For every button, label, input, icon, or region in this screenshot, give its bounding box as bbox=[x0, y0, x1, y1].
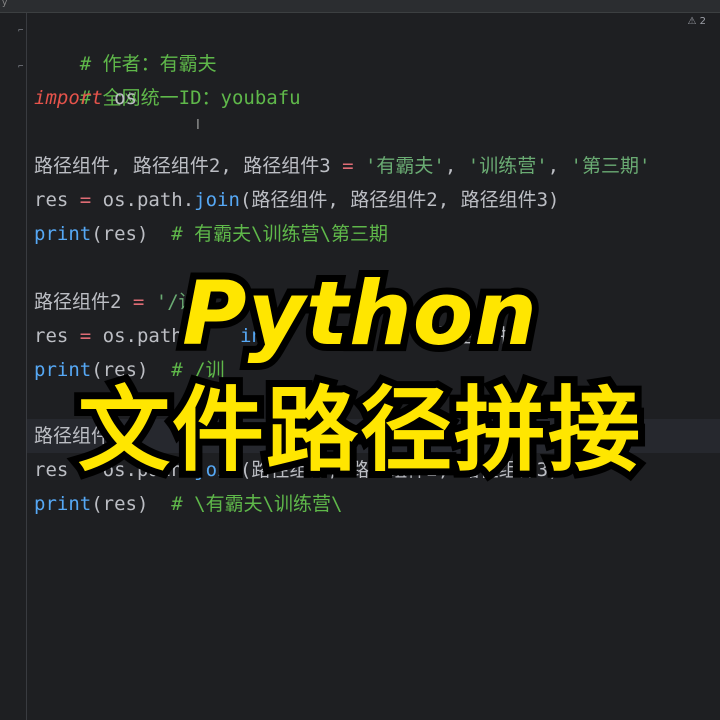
assign-operator: = bbox=[68, 189, 103, 211]
variable-res: res bbox=[34, 189, 69, 211]
code-line-5[interactable]: 路径组件, 路径组件2, 路径组件3 = '有霸夫', '训练营', '第三期' bbox=[34, 149, 650, 183]
string-literal: '第三期' bbox=[570, 155, 651, 177]
code-line-15[interactable]: print(res) # \有霸夫\训练营\ bbox=[34, 487, 342, 521]
code-line-7[interactable]: print(res) # 有霸夫\训练营\第三期 bbox=[34, 217, 388, 251]
title-bar: y bbox=[0, 0, 720, 13]
code-line-6[interactable]: res = os.path.join(路径组件, 路径组件2, 路径组件3) bbox=[34, 183, 559, 217]
code-line-1[interactable]: # 作者：有霸夫 bbox=[34, 13, 217, 75]
output-comment: # \有霸夫\训练营\ bbox=[148, 493, 343, 515]
call-args: (res) bbox=[91, 223, 149, 245]
string-literal: '训练营' bbox=[467, 155, 548, 177]
tab-label[interactable]: y bbox=[2, 0, 7, 8]
function-join: join bbox=[194, 189, 240, 211]
text-cursor-icon: I bbox=[196, 118, 200, 133]
assign-operator: = bbox=[330, 155, 365, 177]
string-literal: '有霸夫' bbox=[364, 155, 445, 177]
function-print: print bbox=[34, 493, 92, 515]
overlay-title-python: Python bbox=[175, 255, 544, 372]
import-module: os bbox=[102, 87, 137, 109]
variable-names: 路径组件, 路径组件2, 路径组件3 bbox=[34, 155, 331, 177]
overlay-title-subtitle: 文件路径拼接 bbox=[71, 370, 647, 491]
output-comment: # 有霸夫\训练营\第三期 bbox=[148, 223, 389, 245]
code-line-3[interactable]: import os bbox=[34, 81, 137, 115]
call-args: (路径组件, 路径组件2, 路径组件3) bbox=[239, 189, 560, 211]
import-keyword: import bbox=[34, 87, 103, 109]
function-print: print bbox=[34, 223, 92, 245]
module-path: os.path. bbox=[102, 189, 195, 211]
code-line-2[interactable]: # 全网统一ID：youbafu bbox=[34, 47, 301, 109]
call-args: (res) bbox=[91, 493, 149, 515]
